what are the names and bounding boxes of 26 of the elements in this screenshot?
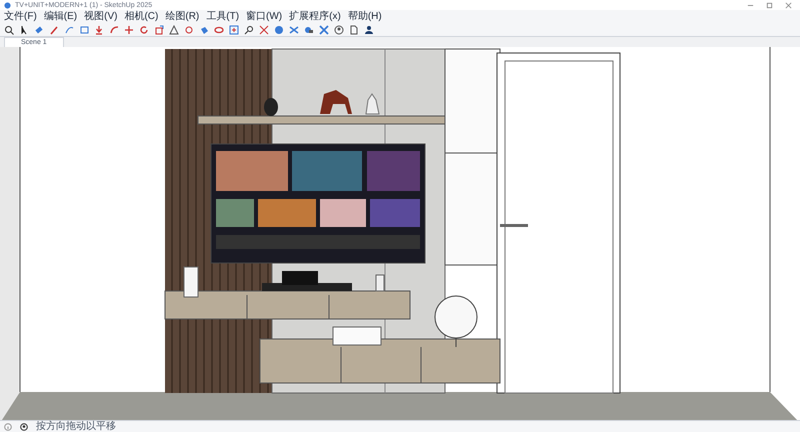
menu-item[interactable]: 窗口(W) bbox=[246, 12, 282, 22]
status-hint: 按方向拖动以平移 bbox=[36, 422, 116, 432]
move-icon[interactable] bbox=[124, 24, 134, 34]
menu-item[interactable]: 视图(V) bbox=[84, 12, 118, 22]
menu-item[interactable]: 扩展程序(x) bbox=[289, 12, 341, 22]
zoom-icon[interactable] bbox=[244, 24, 254, 34]
search-icon[interactable] bbox=[4, 24, 14, 34]
menu-item[interactable]: 帮助(H) bbox=[348, 12, 382, 22]
cursor-icon[interactable] bbox=[19, 24, 29, 34]
warning-icon[interactable] bbox=[169, 24, 179, 34]
user-icon[interactable] bbox=[364, 24, 374, 34]
close-icon[interactable] bbox=[785, 2, 792, 8]
maximize-icon[interactable] bbox=[766, 2, 773, 8]
arc-icon[interactable] bbox=[64, 24, 74, 34]
menu-item[interactable]: 文件(F) bbox=[4, 12, 37, 22]
menu-item[interactable]: 编辑(E) bbox=[44, 12, 78, 22]
menu-item[interactable]: 绘图(R) bbox=[165, 12, 200, 22]
info-icon[interactable] bbox=[4, 422, 12, 430]
rectangle-icon[interactable] bbox=[79, 24, 89, 34]
rotate-icon[interactable] bbox=[139, 24, 149, 34]
menu-item[interactable]: 工具(T) bbox=[206, 12, 240, 22]
document-icon[interactable] bbox=[349, 24, 359, 34]
menu-item[interactable]: 相机(C) bbox=[124, 12, 158, 22]
pencil-icon[interactable] bbox=[49, 24, 59, 34]
app-logo-icon bbox=[4, 2, 11, 8]
scale-icon[interactable] bbox=[154, 24, 164, 34]
